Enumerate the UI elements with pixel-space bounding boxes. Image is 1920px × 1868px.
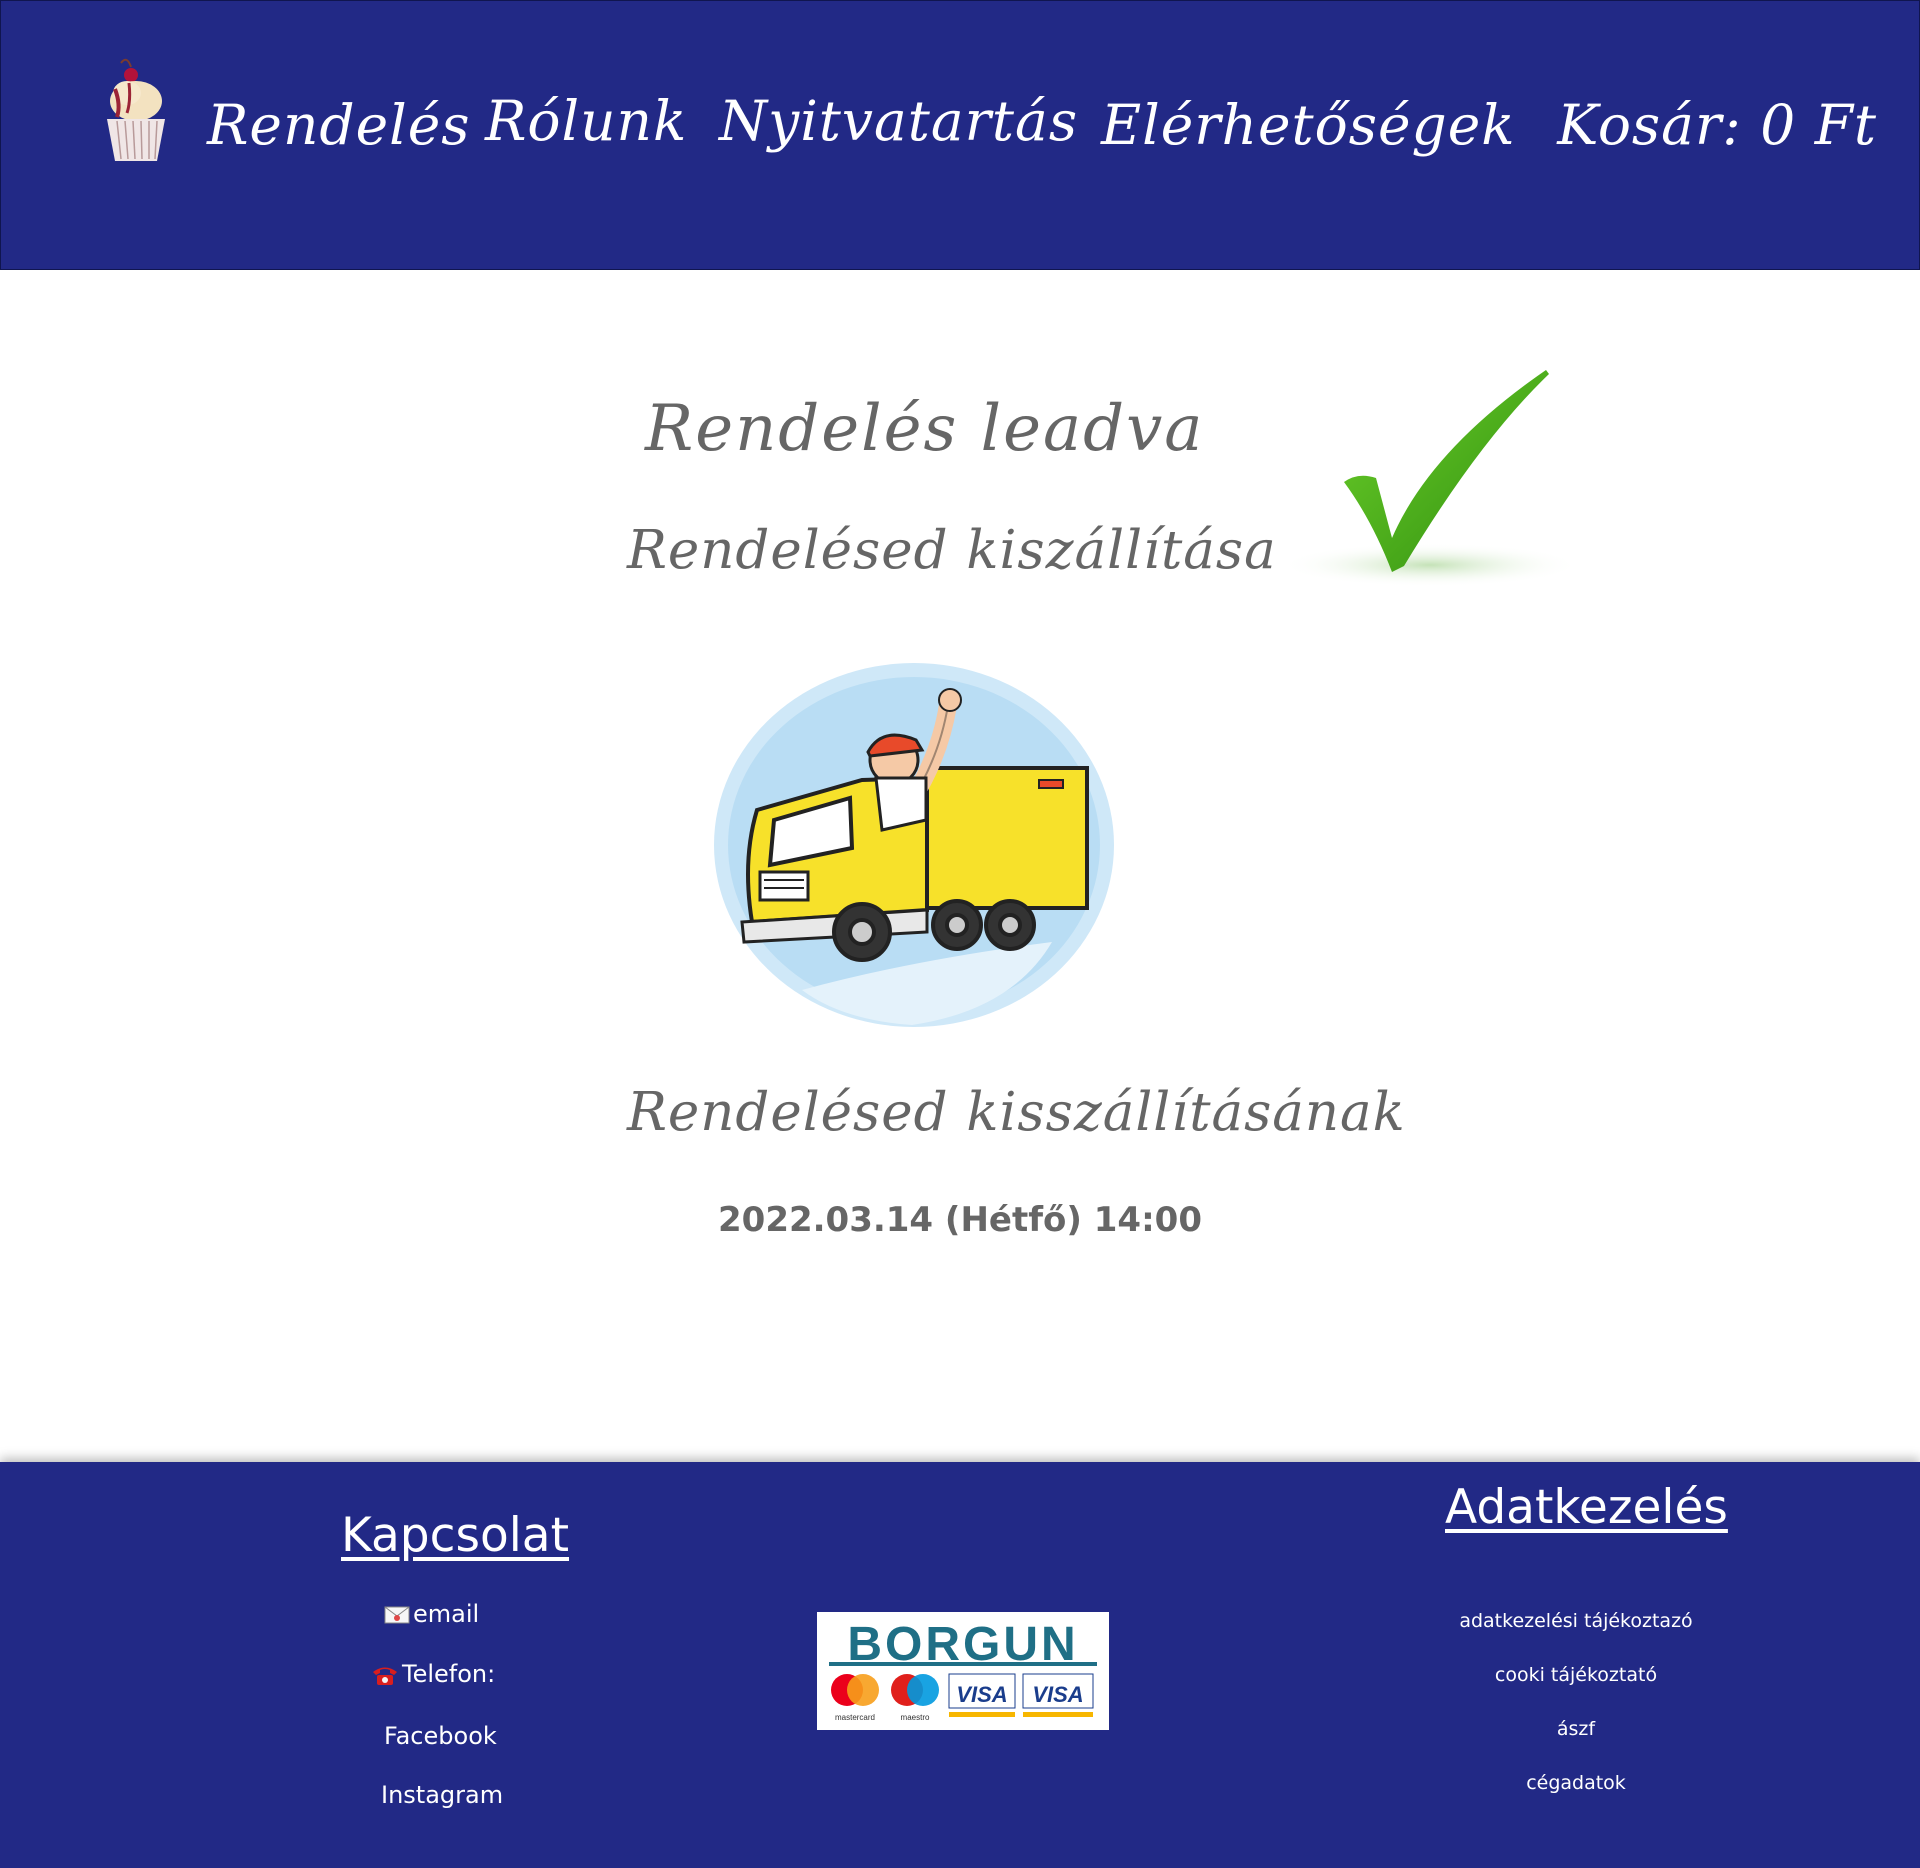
- visa-text-1: VISA: [956, 1682, 1007, 1707]
- footer-instagram-link[interactable]: Instagram: [381, 1781, 503, 1809]
- borgun-payment-logo: BORGUN mastercard maestro VISA VISA: [817, 1612, 1109, 1730]
- telephone-icon: [373, 1667, 397, 1685]
- envelope-icon: [384, 1606, 410, 1624]
- checkmark-icon: [1280, 370, 1580, 587]
- visa-text-2: VISA: [1032, 1682, 1083, 1707]
- mastercard-text: mastercard: [835, 1713, 875, 1722]
- footer-phone-link[interactable]: Telefon:: [371, 1660, 495, 1688]
- terms-link[interactable]: ászf: [1376, 1718, 1776, 1740]
- phone-label: Telefon:: [402, 1660, 496, 1688]
- footer-privacy-heading[interactable]: Adatkezelés: [1445, 1480, 1728, 1535]
- privacy-policy-link[interactable]: adatkezelési tájékoztazó: [1376, 1610, 1776, 1632]
- delivery-time-label: Rendelésed kisszállításának: [627, 1082, 1406, 1143]
- nav-rendeles[interactable]: Rendelés: [207, 93, 471, 157]
- delivery-datetime: 2022.03.14 (Hétfő) 14:00: [718, 1200, 1202, 1240]
- delivery-truck-illustration: [714, 663, 1114, 1027]
- delivery-subtitle: Rendelésed kiszállítása: [627, 520, 1277, 581]
- cupcake-logo[interactable]: [97, 53, 175, 163]
- cookie-policy-link[interactable]: cooki tájékoztató: [1376, 1664, 1776, 1686]
- cart-total[interactable]: Kosár: 0 Ft: [1557, 93, 1877, 157]
- footer-facebook-link[interactable]: Facebook: [384, 1722, 497, 1750]
- company-info-link[interactable]: cégadatok: [1376, 1772, 1776, 1794]
- nav-nyitvatartas[interactable]: Nyitvatartás: [719, 89, 1078, 153]
- nav-rolunk[interactable]: Rólunk: [485, 89, 687, 153]
- top-navigation-bar: Rendelés Rólunk Nyitvatartás Elérhetőség…: [0, 0, 1920, 270]
- page-title: Rendelés leadva: [645, 392, 1205, 466]
- footer-email-link[interactable]: email: [384, 1600, 479, 1628]
- footer-contact-heading[interactable]: Kapcsolat: [341, 1508, 569, 1563]
- maestro-text: maestro: [901, 1713, 930, 1722]
- email-label: email: [413, 1600, 480, 1628]
- nav-elerhetosegek[interactable]: Elérhetőségek: [1101, 93, 1516, 157]
